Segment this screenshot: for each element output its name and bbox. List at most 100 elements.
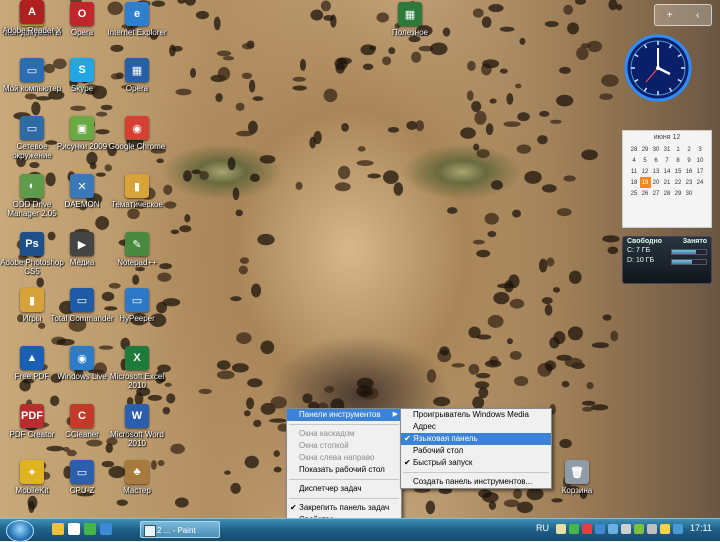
notepad-icon: ✎ bbox=[125, 232, 149, 256]
calendar-day[interactable]: 9 bbox=[684, 155, 695, 166]
calendar-day[interactable]: 2 bbox=[684, 144, 695, 155]
desktop-icon-internet-explorer[interactable]: e Internet Explorer bbox=[105, 2, 169, 37]
calendar-day[interactable]: 29 bbox=[640, 144, 651, 155]
language-indicator[interactable]: RU bbox=[536, 523, 549, 533]
calendar-day bbox=[629, 199, 640, 210]
taskbar-button-paint[interactable]: 2 ... - Paint bbox=[140, 521, 220, 538]
desktop-icon-adobe-reader[interactable]: A Adobe Reader X bbox=[0, 0, 64, 35]
tray-icon[interactable] bbox=[595, 524, 605, 534]
context-menu-item[interactable]: ✔ Закрепить панель задач bbox=[287, 502, 401, 514]
calendar-day[interactable]: 24 bbox=[695, 177, 706, 188]
calendar-day[interactable]: 4 bbox=[629, 155, 640, 166]
calendar-day[interactable]: 30 bbox=[651, 144, 662, 155]
context-menu-item: Окна стопкой bbox=[299, 441, 349, 450]
tray-icon[interactable] bbox=[608, 524, 618, 534]
calendar-day bbox=[651, 199, 662, 210]
calendar-day[interactable]: 18 bbox=[629, 177, 640, 188]
calendar-month: июня 12 bbox=[653, 134, 681, 141]
calendar-day[interactable]: 27 bbox=[651, 188, 662, 199]
desktop-icon-tvplayer[interactable]: ▦ Полезное bbox=[378, 2, 442, 37]
task-label: 2 ... - Paint bbox=[157, 526, 196, 535]
calendar-day[interactable]: 25 bbox=[629, 188, 640, 199]
calendar-day[interactable]: 23 bbox=[684, 177, 695, 188]
context-menu-item[interactable]: Панели инструментов ▶ bbox=[287, 409, 401, 421]
calendar-day[interactable]: 21 bbox=[662, 177, 673, 188]
gadget-controls[interactable]: + ‹ bbox=[654, 4, 712, 26]
calendar-day[interactable]: 20 bbox=[651, 177, 662, 188]
desktop-icon-opera-2[interactable]: ▦ Opera bbox=[105, 58, 169, 93]
calendar-day[interactable]: 7 bbox=[662, 155, 673, 166]
calendar-day[interactable]: 31 bbox=[662, 144, 673, 155]
context-menu-item[interactable]: Диспетчер задач bbox=[287, 483, 401, 495]
calendar-day[interactable]: 1 bbox=[673, 144, 684, 155]
desktop-icon-hyper[interactable]: ▭ HyPeeper bbox=[105, 288, 169, 323]
calendar-day[interactable]: 28 bbox=[662, 188, 673, 199]
toolbars-submenu-item[interactable]: Адрес bbox=[401, 421, 551, 433]
quick-launch-icon[interactable] bbox=[68, 523, 80, 535]
calendar-day[interactable]: 29 bbox=[673, 188, 684, 199]
calendar-day[interactable]: 11 bbox=[629, 166, 640, 177]
quick-launch-icon[interactable] bbox=[84, 523, 96, 535]
calendar-day[interactable]: 26 bbox=[640, 188, 651, 199]
calendar-day[interactable]: 19 bbox=[639, 177, 651, 188]
calendar-day[interactable]: 13 bbox=[651, 166, 662, 177]
quick-launch-icon[interactable] bbox=[52, 523, 64, 535]
taskbar[interactable]: 2 ... - Paint RU 17:11 bbox=[0, 518, 720, 542]
desktop-icon-folder-1[interactable]: ▮ Тематическое bbox=[105, 174, 169, 209]
skype-icon: S bbox=[70, 58, 94, 82]
calendar-day[interactable]: 10 bbox=[695, 155, 706, 166]
drive-meter-gadget[interactable]: Свободно Занято C: 7 ГБ D: 10 ГБ bbox=[622, 236, 712, 284]
toolbars-submenu-item[interactable]: Проигрыватель Windows Media bbox=[401, 409, 551, 421]
desktop-icon-recycle-bin[interactable]: 🗑 Корзина bbox=[545, 460, 609, 495]
calendar-day[interactable]: 22 bbox=[673, 177, 684, 188]
tray-icon[interactable] bbox=[582, 524, 592, 534]
desktop-icon-notepad[interactable]: ✎ Notepad++ bbox=[105, 232, 169, 267]
tray-icon[interactable] bbox=[673, 524, 683, 534]
calendar-day[interactable]: 28 bbox=[629, 144, 640, 155]
tray-icon[interactable] bbox=[647, 524, 657, 534]
toolbars-submenu-item[interactable]: Рабочий стол bbox=[401, 445, 551, 457]
tray-icon[interactable] bbox=[660, 524, 670, 534]
toolbars-submenu-item[interactable]: ✔ Быстрый запуск bbox=[401, 457, 551, 469]
calendar-day[interactable]: 17 bbox=[695, 166, 706, 177]
taskbar-clock[interactable]: 17:11 bbox=[690, 523, 712, 533]
calendar-day[interactable]: 8 bbox=[673, 155, 684, 166]
menu-separator bbox=[403, 472, 549, 473]
desktop-icon-label: HyPeeper bbox=[119, 314, 155, 323]
desktop-icon-word[interactable]: W Microsoft Word 2010 bbox=[105, 404, 169, 448]
gadget-nav-button[interactable]: ‹ bbox=[696, 10, 699, 21]
start-button[interactable] bbox=[6, 520, 34, 542]
tray-icon[interactable] bbox=[569, 524, 579, 534]
recycle-bin-icon: 🗑 bbox=[565, 460, 589, 484]
tray-icon[interactable] bbox=[556, 524, 566, 534]
calendar-day[interactable]: 5 bbox=[640, 155, 651, 166]
calendar-day[interactable]: 15 bbox=[673, 166, 684, 177]
desktop-icon-label: Полезное bbox=[392, 28, 428, 37]
tray-icon[interactable] bbox=[621, 524, 631, 534]
calendar-day[interactable]: 14 bbox=[662, 166, 673, 177]
toolbars-submenu-item[interactable]: ✔ Языковая панель bbox=[401, 433, 551, 445]
toolbars-submenu-item[interactable]: Создать панель инструментов... bbox=[401, 476, 551, 488]
calendar-day[interactable]: 3 bbox=[695, 144, 706, 155]
add-gadget-button[interactable]: + bbox=[667, 10, 673, 21]
calendar-gadget[interactable]: июня 12 28 29 30 31 1 2 3 4 5 6 7 8 9 10 11 12 13 14 15 16 1… bbox=[622, 130, 712, 228]
used-header: Занято bbox=[682, 238, 707, 245]
desktop-icon-google-chrome[interactable]: ◉ Google Chrome bbox=[105, 116, 169, 151]
calendar-day[interactable]: 30 bbox=[684, 188, 695, 199]
desktop-icon-label: Тематическое bbox=[111, 200, 163, 209]
checkmark-icon: ✔ bbox=[404, 434, 411, 443]
context-menu-item[interactable]: Показать рабочий стол bbox=[287, 464, 401, 476]
context-menu-item: Окна слева направо bbox=[299, 453, 375, 462]
quick-launch-icon[interactable] bbox=[100, 523, 112, 535]
desktop-icon-label: Google Chrome bbox=[108, 142, 166, 151]
my-computer-icon: ▭ bbox=[20, 58, 44, 82]
desktop-icon-excel[interactable]: X Microsoft Excel 2010 bbox=[105, 346, 169, 390]
clock-gadget[interactable] bbox=[624, 34, 692, 102]
calendar-day bbox=[684, 199, 695, 210]
desktop-icon-all-in-one[interactable]: ♣ Мастер bbox=[105, 460, 169, 495]
calendar-day[interactable]: 6 bbox=[651, 155, 662, 166]
tray-icon[interactable] bbox=[634, 524, 644, 534]
network-icon: ▭ bbox=[20, 116, 44, 140]
calendar-day[interactable]: 12 bbox=[640, 166, 651, 177]
calendar-day[interactable]: 16 bbox=[684, 166, 695, 177]
